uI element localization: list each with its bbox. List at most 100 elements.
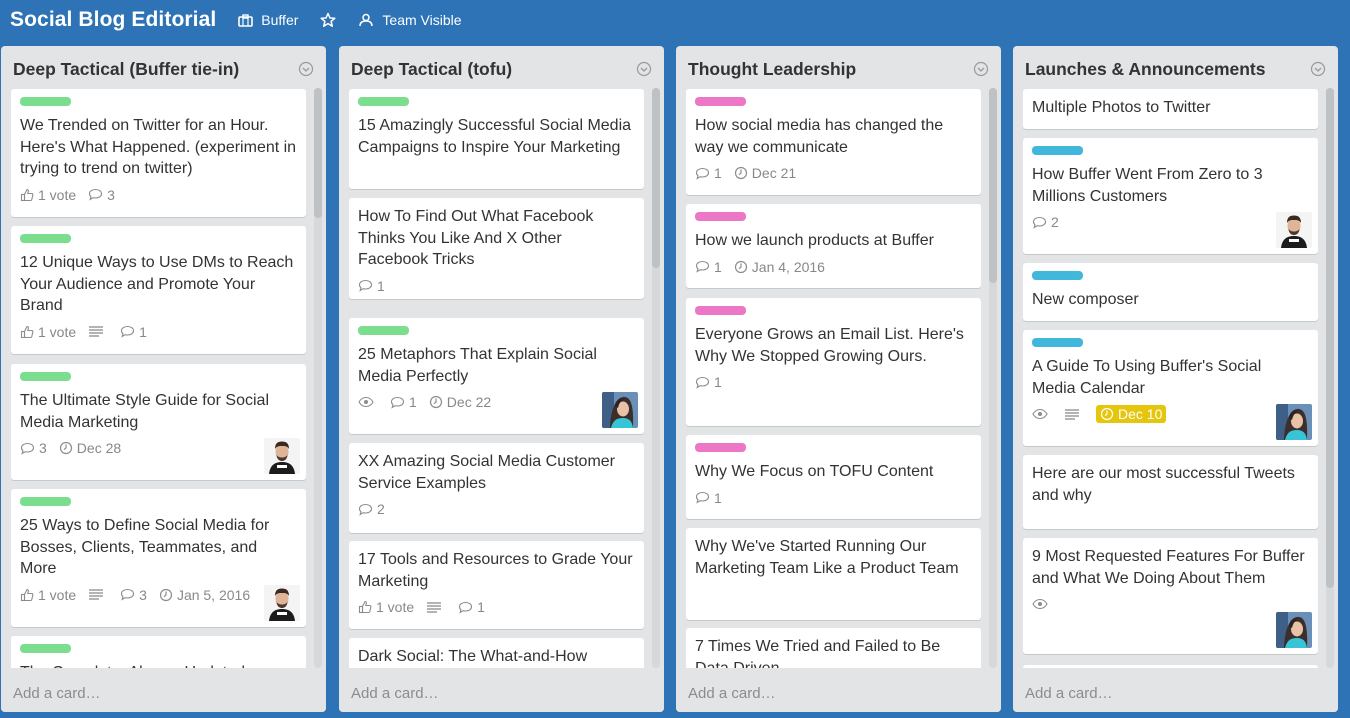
team-button[interactable]: Buffer [238,12,298,28]
add-card-button[interactable]: Add a card… [13,685,101,702]
card-list: How social media has changed the way we … [686,89,981,711]
card[interactable]: How Buffer Went From Zero to 3 Millions … [1023,138,1318,254]
thumbs-up-icon [20,325,34,338]
list-title[interactable]: Thought Leadership [688,59,856,80]
card-badges: 3 Dec 28 [20,439,297,457]
card-title: Dark Social: The What-and-How [358,648,588,665]
card-badges: 2 [1032,213,1309,231]
card-label [695,443,746,452]
thumbs-up-icon [20,588,34,601]
avatar-image [1276,404,1312,440]
card-badges: 1 vote 1 [358,598,635,616]
card-title: How Buffer Went From Zero to 3 Millions … [1032,166,1263,205]
votes-badge: 1 vote [20,187,76,203]
briefcase-icon [238,13,254,27]
comments-badge: 1 [695,165,722,181]
card[interactable]: 12 Unique Ways to Use DMs to Reach Your … [11,226,306,354]
votes-count: 1 vote [38,186,77,203]
list-thought-leadership: Thought Leadership How social media has … [676,46,1001,712]
card[interactable]: We Trended on Twitter for an Hour. Here'… [11,89,306,217]
member-avatar[interactable] [1276,404,1312,440]
member-avatar[interactable] [1276,212,1312,248]
member-avatar[interactable] [264,585,300,621]
card-label [20,497,71,506]
card[interactable]: Why We've Started Running Our Marketing … [686,528,981,620]
card[interactable]: Multiple Photos to Twitter [1023,89,1318,129]
chevron-down-icon [636,61,652,77]
description-badge [88,325,108,338]
card-label [1032,146,1083,155]
eye-icon [358,396,374,408]
add-card-button[interactable]: Add a card… [351,685,439,702]
card-list: Multiple Photos to Twitter How Buffer Wen… [1023,89,1318,711]
card-badges: 1 vote 3 Jan 5, 2016 [20,586,297,604]
visibility-button[interactable]: Team Visible [358,12,462,28]
eye-icon [1032,408,1048,420]
card[interactable]: 17 Tools and Resources to Grade Your Mar… [349,541,644,629]
card-title: How To Find Out What Facebook Thinks You… [358,208,594,268]
comments-badge: 1 [358,278,385,294]
avatar-image [264,438,300,474]
board-title[interactable]: Social Blog Editorial [10,8,216,32]
avatar-image [1276,612,1312,648]
card[interactable]: 9 Most Requested Features For Buffer and… [1023,538,1318,654]
card[interactable]: Everyone Grows an Email List. Here's Why… [686,298,981,426]
card[interactable]: 25 Metaphors That Explain Social Media P… [349,318,644,434]
member-avatar[interactable] [264,438,300,474]
card[interactable]: How social media has changed the way we … [686,89,981,195]
card-title: Multiple Photos to Twitter [1032,99,1211,116]
card[interactable]: A Guide To Using Buffer's Social Media C… [1023,330,1318,446]
list-menu-button[interactable] [298,61,314,77]
card-badges: 1 Dec 21 [695,164,972,182]
comment-icon [695,260,710,273]
add-card-button[interactable]: Add a card… [1025,685,1113,702]
card[interactable]: How To Find Out What Facebook Thinks You… [349,198,644,299]
due-date: Dec 28 [76,440,122,456]
votes-count: 1 vote [376,599,415,615]
card[interactable]: 15 Amazingly Successful Social Media Cam… [349,89,644,189]
comment-icon [390,396,405,409]
comments-badge: 1 [695,490,722,506]
card[interactable]: 25 Ways to Define Social Media for Bosse… [11,489,306,627]
list-menu-button[interactable] [973,61,989,77]
clock-icon [59,441,72,455]
scrollbar[interactable] [989,88,997,668]
list-title[interactable]: Launches & Announcements [1025,59,1266,80]
list-header: Deep Tactical (Buffer tie-in) [13,58,314,80]
comment-icon [695,491,710,504]
clock-icon [734,166,747,180]
comments-badge: 1 [390,394,417,410]
member-avatar[interactable] [602,392,638,428]
card-label [695,306,746,315]
card[interactable]: New composer [1023,263,1318,321]
chevron-down-icon [1310,61,1326,77]
card[interactable]: Why We Focus on TOFU Content 1 [686,435,981,519]
scrollbar[interactable] [314,88,322,668]
list-title[interactable]: Deep Tactical (Buffer tie-in) [13,59,239,80]
card[interactable]: Here are our most successful Tweets and … [1023,455,1318,529]
card[interactable]: XX Amazing Social Media Customer Service… [349,443,644,533]
add-card-button[interactable]: Add a card… [688,685,776,702]
visibility-label: Team Visible [382,12,462,28]
board-header: Social Blog Editorial Buffer Team Visibl… [0,0,1350,40]
card-title: 9 Most Requested Features For Buffer and… [1032,548,1305,587]
list-menu-button[interactable] [636,61,652,77]
scrollbar[interactable] [652,88,660,668]
list-menu-button[interactable] [1310,61,1326,77]
due-date-badge: Jan 4, 2016 [734,259,825,275]
watch-badge [1032,598,1052,610]
card-badges: 1 [695,373,972,391]
card[interactable]: The Ultimate Style Guide for Social Medi… [11,364,306,480]
list-header: Launches & Announcements [1025,58,1326,80]
scrollbar[interactable] [1326,88,1334,668]
list-title[interactable]: Deep Tactical (tofu) [351,59,512,80]
description-badge [88,588,108,601]
due-date: Jan 5, 2016 [176,586,251,603]
comment-icon [695,167,710,180]
card-title: A Guide To Using Buffer's Social Media C… [1032,358,1262,397]
member-avatar[interactable] [1276,612,1312,648]
card[interactable]: How we launch products at Buffer 1 Jan 4, … [686,204,981,288]
star-button[interactable] [320,12,336,28]
comments-count: 1 [714,165,722,181]
chevron-down-icon [298,61,314,77]
